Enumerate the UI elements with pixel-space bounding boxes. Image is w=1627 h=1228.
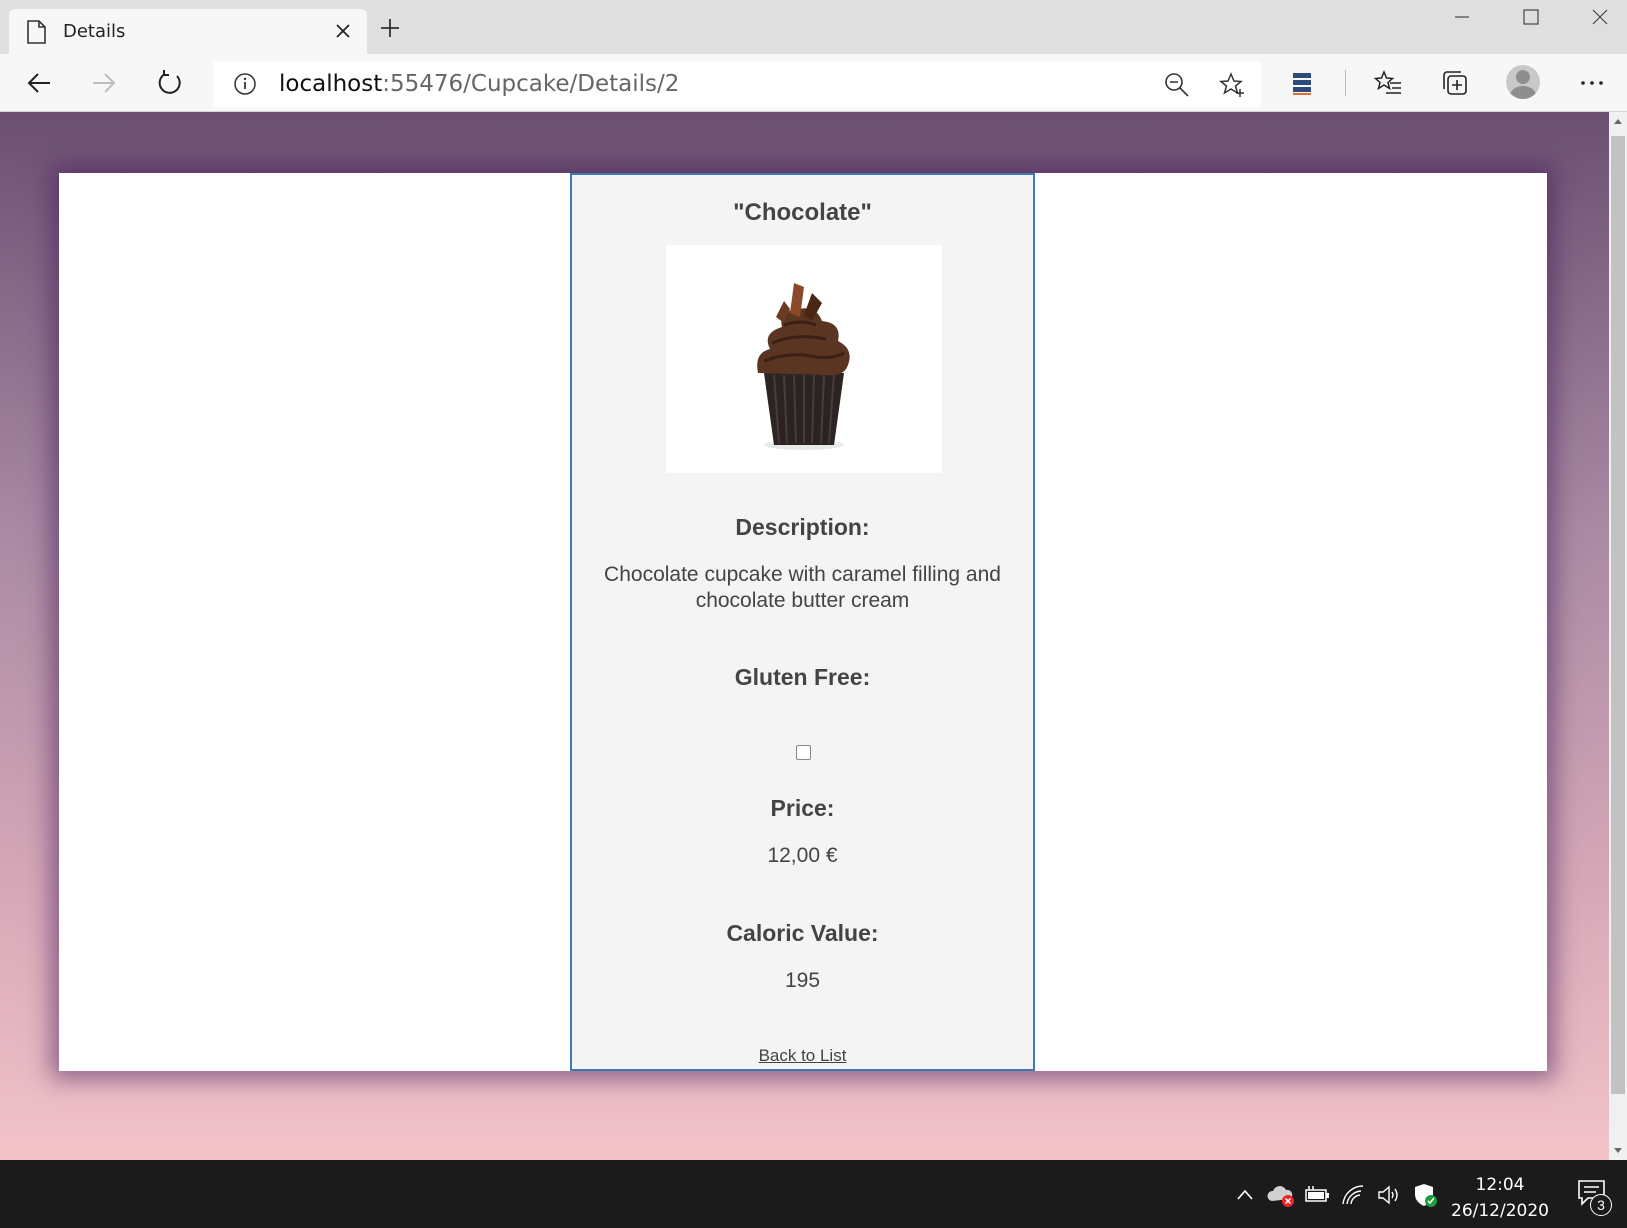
collections-button[interactable] — [1440, 68, 1470, 98]
onedrive-tray[interactable] — [1266, 1180, 1296, 1210]
url-host: localhost — [279, 71, 383, 97]
more-button[interactable] — [1577, 68, 1607, 98]
collections-icon — [1443, 71, 1467, 95]
refresh-button[interactable] — [155, 68, 185, 98]
shield-icon — [1415, 1184, 1437, 1207]
vertical-scrollbar[interactable] — [1609, 112, 1627, 1160]
cloud-error-icon — [1267, 1186, 1294, 1207]
gluten-free-checkbox[interactable] — [796, 745, 811, 760]
add-favorite-icon[interactable] — [1218, 71, 1246, 99]
profile-avatar[interactable] — [1506, 65, 1540, 99]
cupcake-name: "Chocolate" — [733, 199, 872, 226]
cupcake-image — [666, 245, 942, 473]
scroll-down-icon[interactable] — [1609, 1142, 1627, 1160]
toolbar-divider — [1345, 70, 1346, 96]
address-bar[interactable]: localhost:55476/Cupcake/Details/2 — [213, 61, 1261, 107]
description-label: Description: — [735, 514, 870, 540]
page-icon — [27, 20, 46, 44]
forward-button[interactable] — [89, 68, 119, 98]
clock-time: 12:04 — [1475, 1175, 1525, 1195]
scroll-up-icon[interactable] — [1609, 112, 1627, 130]
more-icon — [1581, 81, 1603, 85]
clock-date: 26/12/2020 — [1451, 1201, 1549, 1221]
tab-title: Details — [63, 21, 126, 42]
show-hidden-icons[interactable] — [1230, 1180, 1260, 1210]
tab-strip: Details — [0, 0, 1627, 54]
chevron-up-icon — [1237, 1189, 1253, 1200]
maximize-icon — [1523, 9, 1539, 25]
taskbar-clock[interactable]: 12:04 26/12/2020 — [1440, 1172, 1560, 1224]
favorites-button[interactable] — [1373, 68, 1403, 98]
volume-tray[interactable] — [1374, 1180, 1404, 1210]
scrollbar-thumb[interactable] — [1611, 136, 1625, 1094]
description-text: Chocolate cupcake with caramel filling a… — [604, 563, 1001, 612]
arrow-left-icon — [27, 73, 50, 93]
stack-icon — [1293, 73, 1311, 95]
url-path: :55476/Cupcake/Details/2 — [382, 71, 680, 97]
content-container: "Chocolate" Description: Chocolate cupca… — [59, 173, 1547, 1071]
back-to-list-link[interactable]: Back to List — [759, 1046, 847, 1065]
network-tray[interactable] — [1338, 1180, 1368, 1210]
zoom-out-icon[interactable] — [1163, 71, 1191, 99]
gluten-free-label: Gluten Free: — [734, 664, 871, 690]
speaker-icon — [1378, 1185, 1398, 1205]
browser-toolbar: localhost:55476/Cupcake/Details/2 — [0, 54, 1627, 112]
windows-taskbar: 12:04 26/12/2020 3 — [0, 1160, 1627, 1228]
browser-tab[interactable]: Details — [9, 9, 367, 54]
close-icon — [1592, 9, 1608, 25]
notification-count-badge: 3 — [1590, 1194, 1612, 1216]
caloric-value-label: Caloric Value: — [726, 920, 879, 946]
minimize-icon — [1455, 16, 1469, 18]
battery-tray[interactable] — [1302, 1180, 1332, 1210]
security-tray[interactable] — [1410, 1180, 1440, 1210]
battery-charging-icon — [1305, 1186, 1329, 1202]
price-value: 12,00 € — [767, 844, 838, 867]
favorites-list-icon — [1374, 70, 1401, 94]
caloric-value: 195 — [784, 969, 821, 992]
info-icon[interactable] — [233, 72, 257, 96]
close-tab-icon[interactable] — [332, 20, 354, 42]
back-to-list: Back to List — [572, 1046, 1033, 1066]
extension-button[interactable] — [1287, 68, 1317, 98]
back-button[interactable] — [24, 68, 54, 98]
cupcake-illustration — [757, 283, 850, 450]
minimize-button[interactable] — [1427, 0, 1497, 34]
maximize-button[interactable] — [1496, 0, 1566, 34]
refresh-icon — [158, 70, 181, 94]
cupcake-details-card: "Chocolate" Description: Chocolate cupca… — [570, 173, 1035, 1071]
new-tab-icon[interactable] — [378, 16, 402, 40]
wifi-icon — [1342, 1185, 1364, 1205]
page-viewport: "Chocolate" Description: Chocolate cupca… — [0, 112, 1627, 1160]
price-label: Price: — [770, 795, 835, 821]
url-text[interactable]: localhost:55476/Cupcake/Details/2 — [279, 71, 679, 97]
close-window-button[interactable] — [1565, 0, 1627, 34]
arrow-right-icon — [93, 73, 116, 93]
